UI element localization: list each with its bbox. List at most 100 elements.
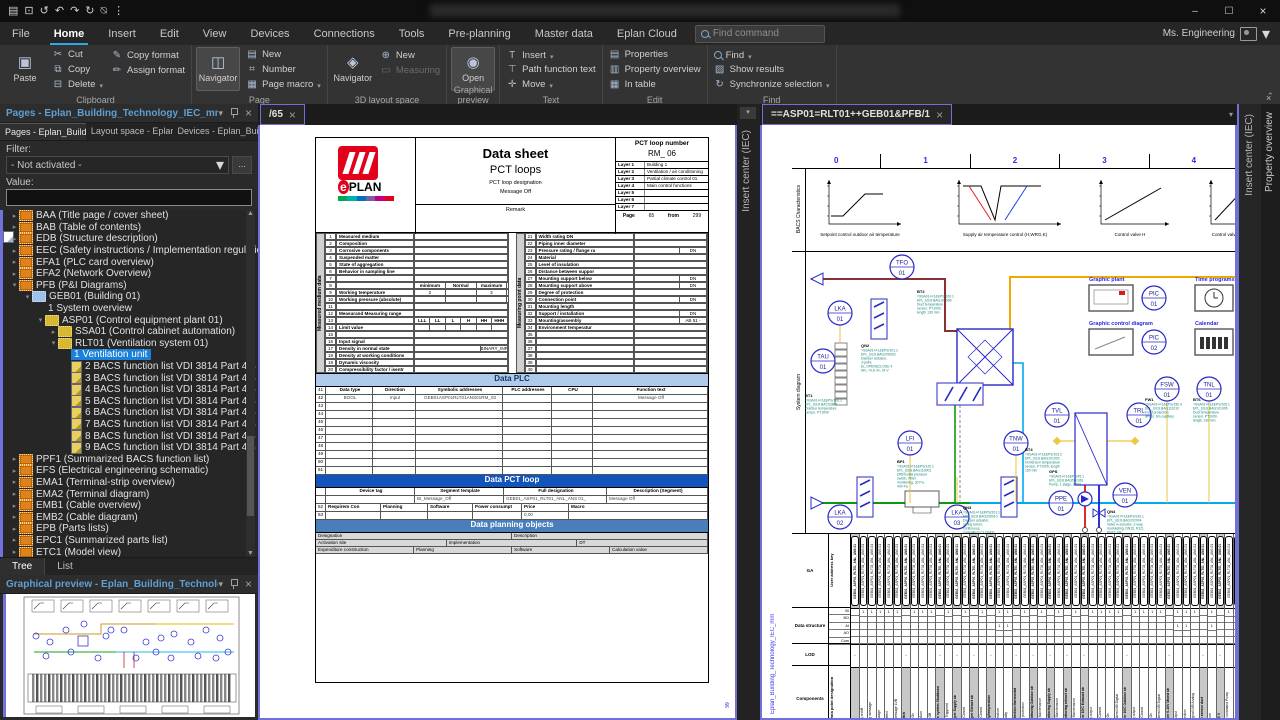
- copy-button[interactable]: ⧉Copy: [50, 63, 105, 77]
- insert-center-collapsed-tab[interactable]: Insert center (IEC): [737, 104, 760, 720]
- collapsed-icon[interactable]: ▸: [10, 258, 19, 266]
- panel-menu-icon[interactable]: [218, 108, 223, 119]
- instrument-TVL-01[interactable]: TVL01: [1045, 403, 1069, 427]
- move-button[interactable]: ✛Move: [504, 77, 597, 91]
- tree-item[interactable]: ▸BAA (Title page / cover sheet): [3, 210, 261, 222]
- instrument-TFO-01[interactable]: TFO01: [890, 255, 914, 279]
- expanded-icon[interactable]: ▾: [49, 339, 58, 347]
- datasheet-page[interactable]: ePLANData sheetPCT loopsPCT loop designa…: [258, 125, 737, 720]
- instrument-VEN-01[interactable]: VEN01: [1113, 483, 1137, 507]
- ribbon-tab-devices[interactable]: Devices: [238, 23, 301, 45]
- collapsed-icon[interactable]: ▸: [10, 478, 19, 486]
- property-overview-collapsed-tab[interactable]: Property overview: [1261, 104, 1280, 720]
- insert-button[interactable]: TInsert: [504, 48, 597, 62]
- expanded-icon[interactable]: ▾: [10, 281, 19, 289]
- paste-button[interactable]: ▣Paste: [4, 47, 46, 91]
- pin-icon[interactable]: [230, 108, 238, 118]
- redo-icon[interactable]: ↷: [70, 0, 79, 22]
- tab-close-icon[interactable]: [936, 108, 943, 122]
- tree-item[interactable]: ▾GEB01 (Building 01): [3, 291, 261, 303]
- tab-close-icon[interactable]: [289, 108, 296, 122]
- assign-format-button[interactable]: ✏Assign format: [109, 63, 187, 77]
- tree-item[interactable]: ▾PFB (P&I Diagrams): [3, 280, 261, 292]
- value-input[interactable]: [6, 189, 252, 206]
- strip-menu-icon[interactable]: [740, 107, 756, 119]
- tree-item[interactable]: ▸EMA1 (Terminal-strip overview): [3, 477, 261, 489]
- ribbon-tab-view[interactable]: View: [191, 23, 239, 45]
- tree-item[interactable]: 2 BACS function list VDI 3814 Part 4.3: [3, 361, 261, 373]
- tree-item[interactable]: ▸BAB (Table of contents): [3, 222, 261, 234]
- tree-item[interactable]: ▾ASP01 (Control equipment plant 01): [3, 314, 261, 326]
- delete-table-icon[interactable]: ⍉: [101, 0, 108, 22]
- undo-icon[interactable]: ↶: [55, 0, 64, 22]
- redo-filled-icon[interactable]: ↻: [85, 0, 94, 22]
- ribbon-tab-edit[interactable]: Edit: [148, 23, 191, 45]
- instrument-PIC-01[interactable]: PIC01: [1142, 286, 1166, 310]
- chevron-down-icon[interactable]: [1262, 24, 1270, 44]
- collapsed-icon[interactable]: ▸: [49, 328, 58, 336]
- navigator-button[interactable]: ◫Navigator: [196, 47, 240, 91]
- find-command-box[interactable]: Find command: [695, 25, 825, 43]
- pages-panel-tab-1[interactable]: Layout space - Eplan_...: [86, 123, 173, 140]
- instrument-TAU-01[interactable]: TAU01: [811, 349, 835, 373]
- tree-item[interactable]: 6 BACS function list VDI 3814 Part 4.3: [3, 407, 261, 419]
- tree-item[interactable]: 8 BACS function list VDI 3814 Part 4.3: [3, 430, 261, 442]
- collapsed-icon[interactable]: ▸: [10, 467, 19, 475]
- ribbon-tab-connections[interactable]: Connections: [302, 23, 387, 45]
- collapsed-icon[interactable]: ▸: [10, 212, 19, 220]
- cut-button[interactable]: ✂Cut: [50, 48, 105, 62]
- preview-thumbnail[interactable]: [3, 594, 255, 717]
- scrollbar-thumb[interactable]: [247, 436, 254, 516]
- tree-item[interactable]: ▸EMB2 (Cable diagram): [3, 511, 261, 523]
- ribbon-tab-file[interactable]: File: [0, 23, 42, 45]
- number-button[interactable]: ⌗Number: [244, 63, 323, 77]
- instrument-LFI-01[interactable]: LFI01: [898, 431, 922, 455]
- tree-item[interactable]: ▸ETC1 (Model view): [3, 546, 261, 557]
- panel-close-icon[interactable]: [245, 577, 252, 591]
- instrument-FSW-01[interactable]: FSW01: [1155, 377, 1179, 401]
- filter-select[interactable]: - Not activated -: [6, 156, 229, 174]
- expanded-icon[interactable]: ▾: [23, 293, 32, 301]
- navigator-button[interactable]: ◈Navigator: [332, 47, 374, 91]
- tabbar-menu-icon[interactable]: [1229, 110, 1233, 119]
- pin-icon[interactable]: [230, 579, 238, 589]
- collapsed-icon[interactable]: ▸: [10, 455, 19, 463]
- tree-item[interactable]: 5 BACS function list VDI 3814 Part 4.3: [3, 396, 261, 408]
- qat-more-icon[interactable]: ⋮: [113, 0, 124, 22]
- tree-item[interactable]: 1 Ventilation unit: [3, 349, 261, 361]
- tree-item[interactable]: ▸EFA1 (PLC card overview): [3, 256, 261, 268]
- tree-item[interactable]: 1 System overview: [3, 303, 261, 315]
- tree-item[interactable]: 9 BACS function list VDI 3814 Part 4.3: [3, 442, 261, 454]
- property-overview-button[interactable]: ▥Property overview: [607, 63, 703, 77]
- scroll-up-icon[interactable]: ▲: [246, 210, 255, 217]
- schematic-document-tab[interactable]: ==ASP01=RLT01++GEB01&PFB/1: [762, 104, 952, 125]
- pages-panel-tab-0[interactable]: Pages - Eplan_Buildin...: [0, 123, 86, 140]
- minimize-button[interactable]: [1178, 0, 1212, 22]
- tree-item[interactable]: ▸EFS (Electrical engineering schematic): [3, 465, 261, 477]
- collapsed-icon[interactable]: ▸: [10, 525, 19, 533]
- collapsed-icon[interactable]: ▸: [10, 513, 19, 521]
- system-diagram[interactable]: Graphic plantPIC01Time programsTIM01Grap…: [805, 251, 1237, 533]
- tree-item[interactable]: ▸EPB (Parts lists): [3, 523, 261, 535]
- collapsed-icon[interactable]: ▸: [10, 502, 19, 510]
- workspace-close-icon[interactable]: [1266, 93, 1271, 103]
- copy-format-button[interactable]: ✎Copy format: [109, 48, 187, 62]
- tree-item[interactable]: ▸EDB (Structure description): [3, 233, 261, 245]
- instrument-TNL-01[interactable]: TNL01: [1197, 377, 1221, 401]
- insert-center-right-tab[interactable]: Insert center (IEC): [1237, 104, 1263, 720]
- new-button[interactable]: ▤New: [244, 48, 323, 62]
- ribbon-tab-eplan-cloud[interactable]: Eplan Cloud: [605, 23, 689, 45]
- synchronize-selection-button[interactable]: ↻Synchronize selection: [712, 77, 832, 91]
- pages-panel-tab-2[interactable]: Devices - Eplan_Build...: [173, 123, 258, 140]
- panel-close-icon[interactable]: [245, 106, 252, 120]
- open-page-icon[interactable]: ⊡: [24, 0, 33, 22]
- collapsed-icon[interactable]: ▸: [10, 270, 19, 278]
- tree-item[interactable]: ▸EPC1 (Summarized parts list): [3, 535, 261, 547]
- ribbon-tab-insert[interactable]: Insert: [96, 23, 148, 45]
- ribbon-tab-pre-planning[interactable]: Pre-planning: [436, 23, 522, 45]
- tree-item[interactable]: ▸SSA01 (Control cabinet automation): [3, 326, 261, 338]
- show-results-button[interactable]: ▨Show results: [712, 63, 832, 76]
- tree-item[interactable]: 4 BACS function list VDI 3814 Part 4.3: [3, 384, 261, 396]
- tree-item[interactable]: ▸EFA2 (Network Overview): [3, 268, 261, 280]
- instrument-PPE-01[interactable]: PPE01: [1049, 491, 1073, 515]
